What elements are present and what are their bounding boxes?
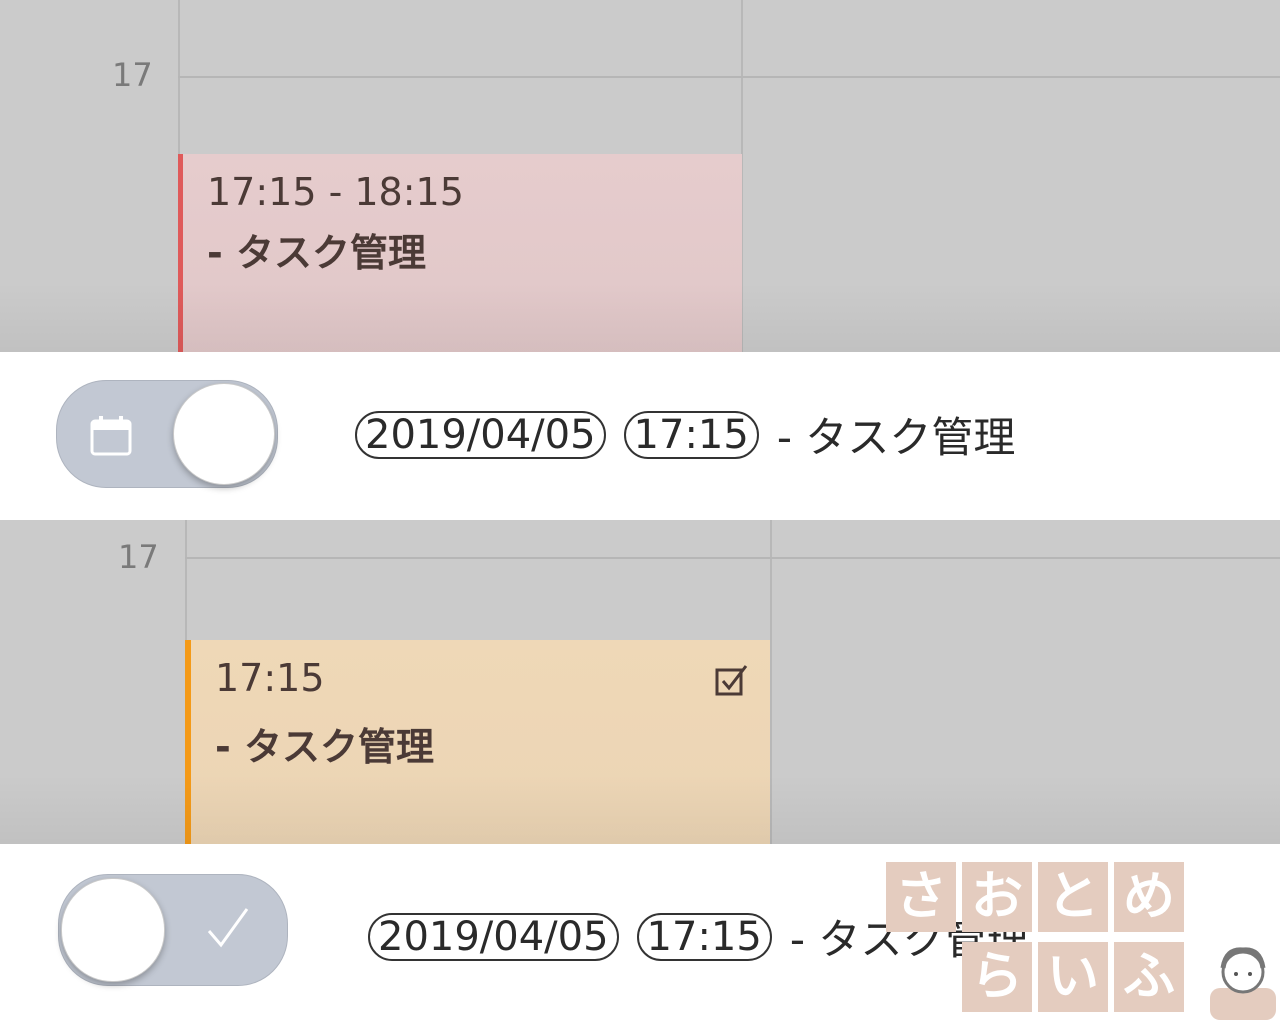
watermark-char: さ [886,862,956,932]
watermark-char: ら [962,942,1032,1012]
grid-divider [770,520,772,844]
event-task-toggle[interactable] [56,380,278,488]
task-line[interactable]: 2019/04/05 17:15 - タスク管理 [355,404,1015,465]
calendar-icon [89,415,133,461]
time-token[interactable]: 17:15 [623,410,759,459]
hour-gridline [185,557,1280,559]
date-token[interactable]: 2019/04/05 [368,912,619,961]
event-title: - タスク管理 [215,725,435,769]
task-text: - タスク管理 [776,413,1016,462]
event-time: 17:15 [215,656,325,700]
task-entry-row-event: 2019/04/05 17:15 - タスク管理 [0,352,1280,520]
hour-label: 17 [118,538,159,576]
event-task-toggle[interactable] [58,874,288,986]
checkbox-checked-icon[interactable] [715,664,748,696]
time-token[interactable]: 17:15 [636,912,772,961]
toggle-knob[interactable] [61,878,165,982]
hour-label: 17 [112,56,153,94]
watermark-logo: さ お と め ら い ふ [886,862,1280,1020]
calendar-event[interactable]: 17:15 - 18:15 - タスク管理 [178,154,742,352]
event-title: - タスク管理 [207,231,427,275]
calendar-day-view-bottom: 17 17:15 - タスク管理 [0,520,1280,844]
event-time: 17:15 - 18:15 [207,170,464,214]
checkmark-icon [205,905,251,955]
toggle-knob[interactable] [173,383,275,485]
watermark-char: お [962,862,1032,932]
watermark-char: め [1114,862,1184,932]
calendar-task[interactable]: 17:15 - タスク管理 [185,640,770,844]
hour-gridline [178,76,1280,78]
avatar-icon [1206,940,1280,1020]
watermark-char: と [1038,862,1108,932]
watermark-char: ふ [1114,942,1184,1012]
date-token[interactable]: 2019/04/05 [355,410,606,459]
calendar-day-view-top: 17 17:15 - 18:15 - タスク管理 [0,0,1280,352]
watermark-char: い [1038,942,1108,1012]
